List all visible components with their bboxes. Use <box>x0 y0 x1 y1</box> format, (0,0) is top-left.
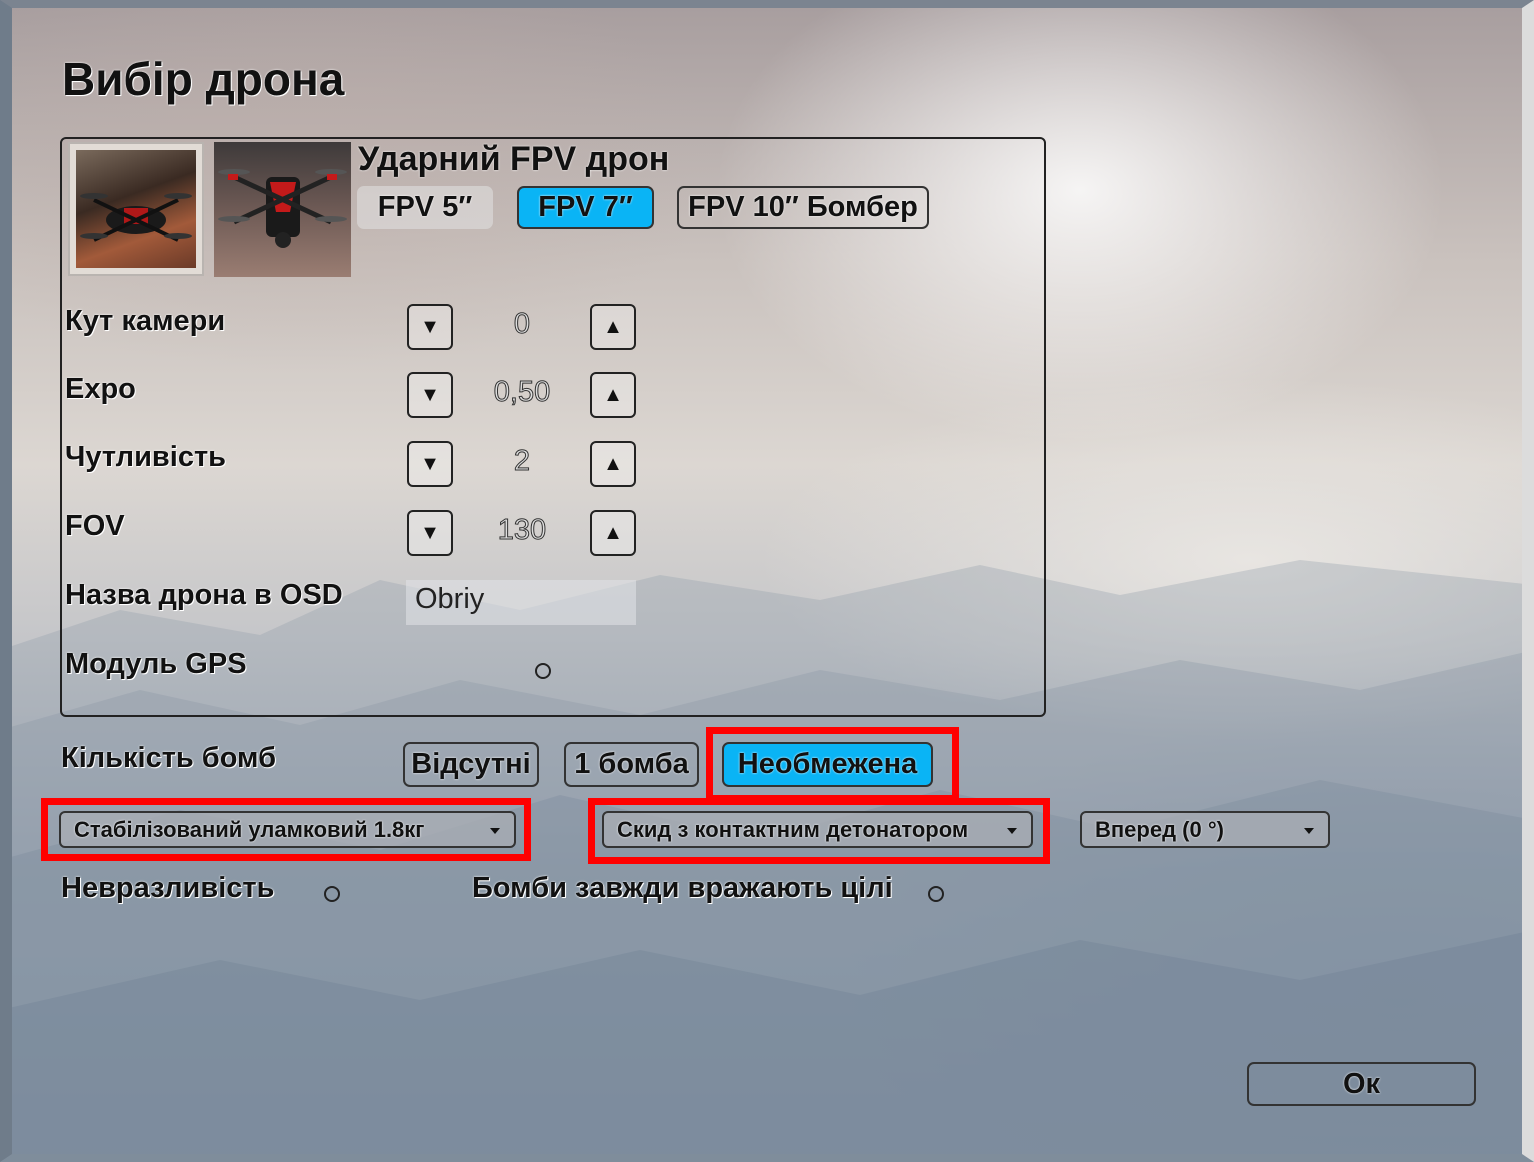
variant-fpv5-button[interactable]: FPV 5″ <box>357 186 493 229</box>
bombs-one-button[interactable]: 1 бомба <box>564 742 699 787</box>
camera-angle-value: 0 <box>513 308 531 341</box>
bomb-type-select[interactable]: Стабілізований уламковий 1.8кг <box>59 811 516 848</box>
triangle-down-icon: ▼ <box>420 383 440 406</box>
drone-thumbnail-2[interactable] <box>214 142 351 277</box>
expo-label: Expo <box>65 373 136 405</box>
triangle-up-icon: ▲ <box>603 383 623 406</box>
direction-select[interactable]: Вперед (0 °) <box>1080 811 1330 848</box>
triangle-up-icon: ▲ <box>603 452 623 475</box>
fov-increase-button[interactable]: ▲ <box>590 510 636 556</box>
caret-down-icon <box>1304 828 1314 834</box>
bomb-type-value: Стабілізований уламковий 1.8кг <box>74 817 425 842</box>
sensitivity-increase-button[interactable]: ▲ <box>590 441 636 487</box>
always-hit-toggle[interactable] <box>928 886 944 902</box>
fov-value: 130 <box>497 514 547 547</box>
drone-title: Ударний FPV дрон <box>358 140 670 178</box>
fov-label: FOV <box>65 510 125 542</box>
sensitivity-label: Чутливість <box>65 441 226 473</box>
triangle-up-icon: ▲ <box>603 521 623 544</box>
camera-angle-label: Кут камери <box>65 305 226 337</box>
expo-value: 0,50 <box>493 376 551 409</box>
drop-mode-value: Скид з контактним детонатором <box>617 817 969 842</box>
drop-mode-select[interactable]: Скид з контактним детонатором <box>602 811 1033 848</box>
triangle-up-icon: ▲ <box>603 315 623 338</box>
fov-decrease-button[interactable]: ▼ <box>407 510 453 556</box>
drone-image-icon <box>76 150 196 268</box>
camera-angle-increase-button[interactable]: ▲ <box>590 304 636 350</box>
osd-name-label: Назва дрона в OSD <box>65 579 343 611</box>
caret-down-icon <box>1007 828 1017 834</box>
variant-fpv7-button[interactable]: FPV 7″ <box>517 186 654 229</box>
gps-toggle[interactable] <box>535 663 551 679</box>
camera-angle-decrease-button[interactable]: ▼ <box>407 304 453 350</box>
bombs-unlimited-button[interactable]: Необмежена <box>722 742 933 787</box>
expo-decrease-button[interactable]: ▼ <box>407 372 453 418</box>
ok-button[interactable]: Ок <box>1247 1062 1476 1106</box>
triangle-down-icon: ▼ <box>420 315 440 338</box>
drone-image-icon <box>218 169 347 248</box>
triangle-down-icon: ▼ <box>420 452 440 475</box>
osd-name-input[interactable]: Obriy <box>406 580 636 625</box>
bomb-count-label: Кількість бомб <box>61 742 277 774</box>
invulnerability-toggle[interactable] <box>324 886 340 902</box>
always-hit-label: Бомби завжди вражають цілі <box>472 872 893 904</box>
page-title: Вибір дрона <box>62 53 345 105</box>
direction-value: Вперед (0 °) <box>1095 817 1224 842</box>
invulnerability-label: Невразливість <box>61 872 275 904</box>
sensitivity-decrease-button[interactable]: ▼ <box>407 441 453 487</box>
sensitivity-value: 2 <box>513 445 531 478</box>
variant-fpv10-bomber-button[interactable]: FPV 10″ Бомбер <box>677 186 929 229</box>
triangle-down-icon: ▼ <box>420 521 440 544</box>
gps-label: Модуль GPS <box>65 648 247 680</box>
caret-down-icon <box>490 828 500 834</box>
drone-thumbnail-1[interactable] <box>68 142 204 276</box>
expo-increase-button[interactable]: ▲ <box>590 372 636 418</box>
bombs-none-button[interactable]: Відсутні <box>403 742 539 787</box>
